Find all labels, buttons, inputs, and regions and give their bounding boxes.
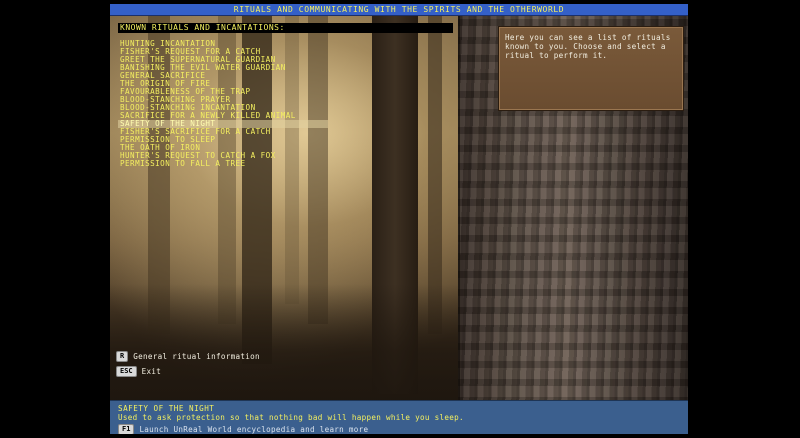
game-screen: RITUALS AND COMMUNICATING WITH THE SPIRI… (110, 4, 688, 434)
ritual-list: HUNTING INCANTATION FISHER'S REQUEST FOR… (118, 40, 328, 168)
help-panel: Here you can see a list of rituals known… (498, 26, 684, 111)
selected-ritual-description: Used to ask protection so that nothing b… (118, 413, 464, 422)
key-f1-icon[interactable]: F1 (118, 424, 135, 434)
key-esc-icon[interactable]: ESC (116, 365, 137, 377)
encyclopedia-label: Launch UnReal World encyclopedia and lea… (139, 425, 369, 434)
key-r-icon[interactable]: R (116, 350, 129, 362)
exit-option[interactable]: ESC Exit (116, 365, 161, 377)
ritual-list-header: KNOWN RITUALS AND INCANTATIONS: (118, 23, 453, 33)
window-title: RITUALS AND COMMUNICATING WITH THE SPIRI… (110, 4, 688, 16)
general-info-option[interactable]: R General ritual information (116, 350, 260, 362)
selected-ritual-name: SAFETY OF THE NIGHT (118, 404, 215, 413)
ritual-item[interactable]: PERMISSION TO FALL A TREE (118, 160, 328, 168)
general-info-label: General ritual information (133, 351, 260, 361)
encyclopedia-option[interactable]: F1 Launch UnReal World encyclopedia and … (118, 424, 368, 434)
ritual-info-panel: SAFETY OF THE NIGHT Used to ask protecti… (110, 400, 688, 434)
exit-label: Exit (141, 366, 162, 376)
help-text: Here you can see a list of rituals known… (505, 33, 671, 60)
